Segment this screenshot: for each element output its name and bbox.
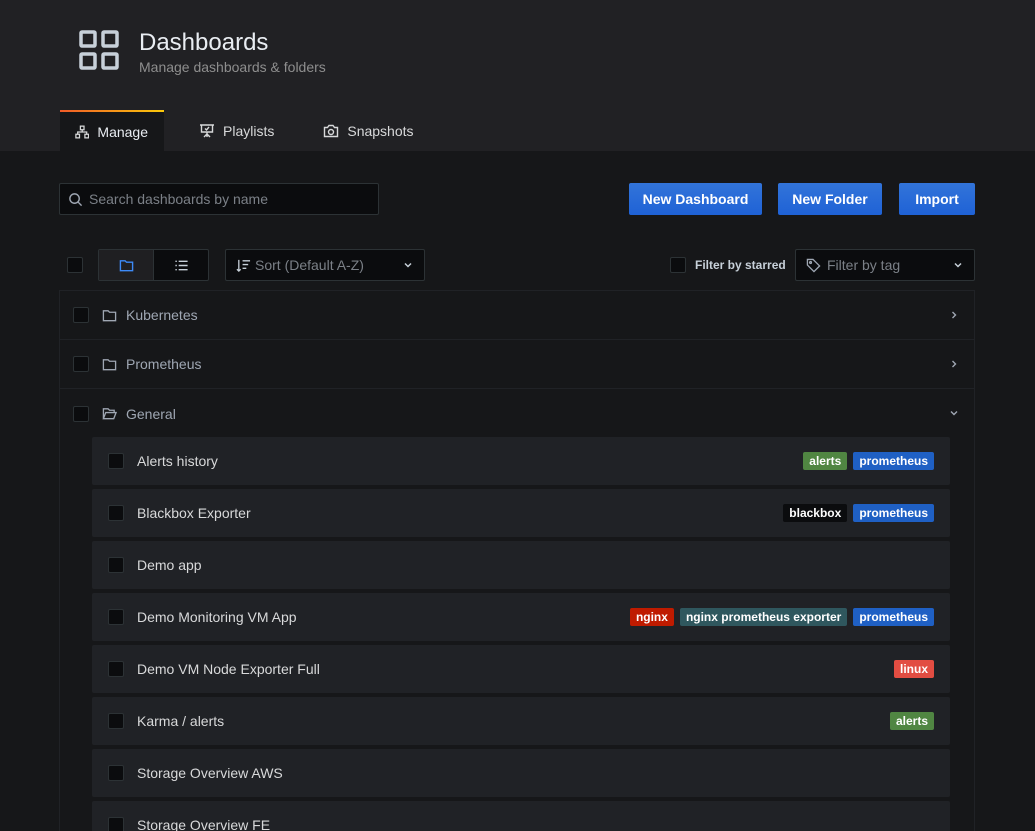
tag-badge[interactable]: alerts [889, 712, 934, 730]
tag-badge[interactable]: nginx [629, 608, 674, 626]
tag-icon [806, 258, 821, 273]
tag-filter-select[interactable]: Filter by tag [795, 249, 975, 281]
folder-name: General [126, 405, 176, 422]
filter-starred-label: Filter by starred [695, 258, 786, 272]
select-all-checkbox[interactable] [67, 257, 83, 273]
folder-open-icon [102, 406, 117, 421]
dashboard-checkbox[interactable] [108, 713, 124, 729]
dashboard-checkbox[interactable] [108, 453, 124, 469]
import-button[interactable]: Import [899, 183, 975, 215]
chevron-right-icon [948, 309, 960, 321]
dashboard-title[interactable]: Demo app [137, 557, 934, 573]
dashboard-title[interactable]: Blackbox Exporter [137, 505, 777, 521]
page-title: Dashboards [139, 29, 269, 56]
dashboard-row[interactable]: Demo app [92, 541, 950, 589]
folder-icon [102, 357, 117, 372]
folder-icon [119, 259, 133, 271]
dashboard-title[interactable]: Demo Monitoring VM App [137, 609, 624, 625]
sort-icon [236, 259, 251, 272]
folder-checkbox[interactable] [73, 405, 89, 422]
tab-snapshots[interactable]: Snapshots [307, 110, 429, 151]
view-mode-toggle [98, 249, 209, 281]
folder-name: Prometheus [126, 356, 202, 372]
tag-badge[interactable]: alerts [803, 452, 848, 470]
list-view-button[interactable] [153, 250, 208, 280]
tag-badge[interactable]: linux [893, 660, 934, 678]
sitemap-icon [75, 125, 90, 138]
page-subtitle: Manage dashboards & folders [139, 59, 326, 75]
dashboard-grid-icon [79, 30, 119, 70]
dashboard-row[interactable]: Demo VM Node Exporter Full linux [92, 645, 950, 693]
sort-label: Sort (Default A-Z) [255, 257, 364, 273]
dashboard-row[interactable]: Storage Overview AWS [92, 749, 950, 797]
new-folder-button[interactable]: New Folder [778, 183, 882, 215]
dashboard-checkbox[interactable] [108, 817, 124, 831]
folder-checkbox[interactable] [73, 356, 89, 372]
list-icon [174, 260, 188, 270]
camera-icon [324, 124, 339, 137]
folder-icon [102, 308, 117, 323]
search-icon [69, 192, 83, 206]
dashboard-title[interactable]: Storage Overview FE [137, 817, 934, 831]
dashboard-row[interactable]: Demo Monitoring VM App nginx nginx prometh… [92, 593, 950, 641]
dashboard-row[interactable]: Alerts history alerts prometheus [92, 437, 950, 485]
tag-list: linux [888, 660, 934, 678]
tag-list: blackbox prometheus [777, 504, 934, 522]
tab-manage-label: Manage [97, 123, 148, 140]
dashboard-row[interactable]: Karma / alerts alerts [92, 697, 950, 745]
dashboard-row[interactable]: Blackbox Exporter blackbox prometheus [92, 489, 950, 537]
folder-name: Kubernetes [126, 307, 198, 323]
new-dashboard-button[interactable]: New Dashboard [629, 183, 762, 215]
dashboard-checkbox[interactable] [108, 505, 124, 521]
presentation-icon [200, 123, 214, 137]
search-box [59, 183, 379, 215]
chevron-down-icon [948, 407, 960, 419]
folder-row-general[interactable]: General [60, 389, 974, 438]
folder-row-prometheus[interactable]: Prometheus [60, 340, 974, 389]
chevron-right-icon [948, 358, 960, 370]
tag-filter-placeholder: Filter by tag [827, 257, 901, 273]
tab-playlists[interactable]: Playlists [183, 110, 290, 151]
sort-select[interactable]: Sort (Default A-Z) [225, 249, 425, 281]
tab-playlists-label: Playlists [223, 122, 275, 139]
dashboard-checkbox[interactable] [108, 609, 124, 625]
tag-badge[interactable]: prometheus [853, 452, 934, 470]
dashboard-title[interactable]: Alerts history [137, 453, 797, 469]
tag-badge[interactable]: prometheus [853, 504, 934, 522]
dashboard-checkbox[interactable] [108, 765, 124, 781]
tag-badge[interactable]: blackbox [783, 504, 848, 522]
tag-badge[interactable]: prometheus [853, 608, 934, 626]
folder-view-button[interactable] [99, 250, 153, 280]
dashboard-row[interactable]: Storage Overview FE [92, 801, 950, 831]
tag-list: nginx nginx prometheus exporter prometheus [624, 608, 934, 626]
dashboard-title[interactable]: Karma / alerts [137, 713, 884, 729]
tag-list: alerts prometheus [797, 452, 934, 470]
search-input[interactable] [89, 191, 369, 207]
chevron-down-icon [404, 262, 412, 268]
filter-starred-checkbox[interactable] [670, 257, 686, 273]
tag-badge[interactable]: nginx prometheus exporter [679, 608, 848, 626]
dashboard-checkbox[interactable] [108, 557, 124, 573]
tab-snapshots-label: Snapshots [347, 122, 414, 139]
tab-manage[interactable]: Manage [60, 110, 164, 151]
page-header: Dashboards Manage dashboards & folders M… [0, 0, 1035, 151]
chevron-down-icon [954, 262, 962, 268]
dashboard-list: Kubernetes Prometheus General Alerts his… [59, 290, 975, 831]
folder-checkbox[interactable] [73, 307, 89, 323]
dashboard-checkbox[interactable] [108, 661, 124, 677]
tag-list: alerts [884, 712, 934, 730]
dashboard-title[interactable]: Demo VM Node Exporter Full [137, 661, 888, 677]
tab-bar: Manage Playlists Snapshots [60, 110, 430, 151]
dashboard-title[interactable]: Storage Overview AWS [137, 765, 934, 781]
filter-starred[interactable]: Filter by starred [670, 257, 786, 273]
folder-row-kubernetes[interactable]: Kubernetes [60, 291, 974, 340]
